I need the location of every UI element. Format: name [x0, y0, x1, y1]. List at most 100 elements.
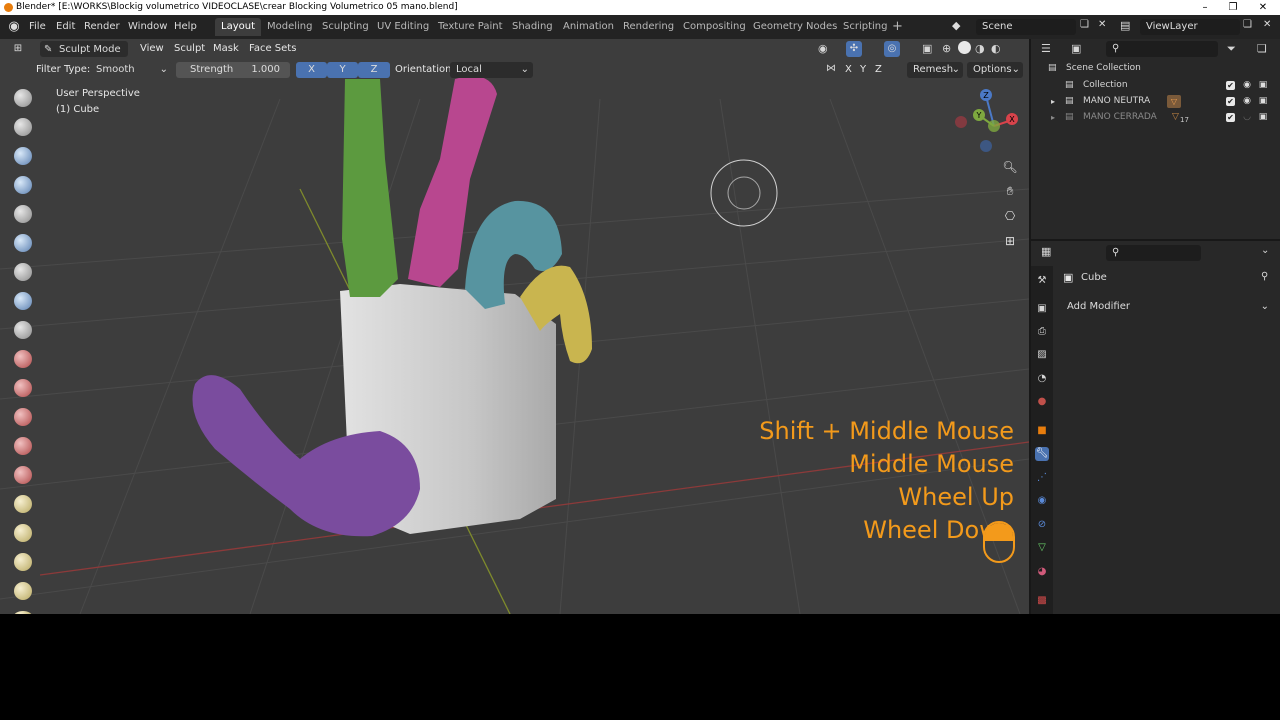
- strength-slider[interactable]: Strength 1.000: [176, 62, 290, 78]
- camera-icon[interactable]: ⎔: [999, 205, 1021, 227]
- tree-row-collection[interactable]: ▤ Collection ✔ ◉ ▣: [1031, 77, 1280, 94]
- remesh-dropdown[interactable]: Remesh ⌄: [907, 62, 963, 78]
- render-camera-icon[interactable]: ▣: [1258, 80, 1268, 90]
- visibility-icon[interactable]: ◉: [818, 42, 828, 55]
- options-dropdown[interactable]: Options ⌄: [967, 62, 1023, 78]
- xray-icon[interactable]: ▣: [922, 42, 932, 55]
- material-shading-icon[interactable]: ◑: [975, 42, 985, 55]
- zoom-icon[interactable]: 🔍︎: [999, 156, 1021, 178]
- grid-view-icon[interactable]: ⊞: [999, 230, 1021, 252]
- menu-sculpt[interactable]: Sculpt: [174, 43, 205, 54]
- multiplane-scrape-brush-icon[interactable]: [14, 466, 32, 484]
- rendered-shading-icon[interactable]: ◐: [991, 42, 1001, 55]
- maximize-button[interactable]: ❐: [1218, 0, 1248, 15]
- smooth-brush-icon[interactable]: [14, 350, 32, 368]
- tab-animation[interactable]: Animation: [557, 18, 620, 36]
- draw-sharp-brush-icon[interactable]: [14, 118, 32, 136]
- delete-scene-icon[interactable]: ✕: [1098, 19, 1106, 30]
- blender-logo-icon[interactable]: ◉: [6, 19, 22, 35]
- symmetry-y-toggle[interactable]: Y: [860, 64, 866, 75]
- scrape-brush-icon[interactable]: [14, 437, 32, 455]
- menu-help[interactable]: Help: [174, 19, 197, 35]
- render-camera-icon[interactable]: ▣: [1258, 96, 1268, 106]
- axis-x-toggle[interactable]: X: [296, 62, 327, 78]
- overlay-toggle-icon[interactable]: ◎: [884, 41, 900, 57]
- delete-view-layer-icon[interactable]: ✕: [1263, 19, 1271, 30]
- blob-brush-icon[interactable]: [14, 292, 32, 310]
- editor-type-icon[interactable]: ⊞: [10, 41, 26, 57]
- tree-row-mano-neutra[interactable]: ▸ ▤ MANO NEUTRA ▽ ✔ ◉ ▣: [1031, 93, 1280, 110]
- menu-view[interactable]: View: [140, 43, 164, 54]
- new-view-layer-icon[interactable]: ❏: [1243, 19, 1252, 30]
- filter-type-dropdown[interactable]: Smooth ⌄: [90, 62, 172, 78]
- grab-brush-icon[interactable]: [14, 524, 32, 542]
- solid-shading-icon[interactable]: [958, 41, 971, 54]
- new-scene-icon[interactable]: ❏: [1080, 19, 1089, 30]
- flatten-brush-icon[interactable]: [14, 379, 32, 397]
- object-tab-icon[interactable]: ■: [1035, 424, 1049, 438]
- menu-mask[interactable]: Mask: [213, 43, 239, 54]
- view-layer-tab-icon[interactable]: ▨: [1035, 348, 1049, 362]
- menu-file[interactable]: File: [29, 19, 46, 35]
- add-modifier-button[interactable]: Add Modifier ⌄: [1061, 299, 1273, 315]
- exclude-checkbox[interactable]: ✔: [1226, 97, 1235, 106]
- properties-search-input[interactable]: ⚲: [1106, 245, 1201, 261]
- scene-tab-icon[interactable]: ◔: [1035, 372, 1049, 386]
- tree-row-scene-collection[interactable]: ▤ Scene Collection: [1031, 60, 1280, 77]
- render-tab-icon[interactable]: ▣: [1035, 302, 1049, 316]
- eye-hidden-icon[interactable]: ◡: [1242, 112, 1252, 122]
- tab-texture-paint[interactable]: Texture Paint: [432, 18, 509, 36]
- close-button[interactable]: ✕: [1248, 0, 1278, 15]
- tab-modeling[interactable]: Modeling: [261, 18, 319, 36]
- menu-render[interactable]: Render: [84, 19, 120, 35]
- eye-icon[interactable]: ◉: [1242, 96, 1252, 106]
- pin-icon[interactable]: ⚲: [1261, 271, 1268, 282]
- tab-scripting[interactable]: Scripting: [837, 18, 893, 36]
- tab-rendering[interactable]: Rendering: [617, 18, 680, 36]
- pan-hand-icon[interactable]: ✋︎: [999, 180, 1021, 202]
- view-layer-selector[interactable]: ViewLayer: [1140, 19, 1240, 35]
- inflate-brush-icon[interactable]: [14, 263, 32, 281]
- menu-edit[interactable]: Edit: [56, 19, 75, 35]
- wireframe-shading-icon[interactable]: ⊕: [942, 42, 951, 55]
- properties-editor-type-icon[interactable]: ▦: [1041, 245, 1051, 258]
- scene-icon[interactable]: ◆: [952, 19, 960, 32]
- outliner-search-input[interactable]: ⚲: [1106, 41, 1218, 57]
- clay-thumb-brush-icon[interactable]: [14, 205, 32, 223]
- constraints-tab-icon[interactable]: ⊘: [1035, 518, 1049, 532]
- clay-strips-brush-icon[interactable]: [14, 176, 32, 194]
- axis-y-toggle[interactable]: Y: [327, 62, 358, 78]
- mode-selector[interactable]: Sculpt Mode ✎: [40, 41, 128, 57]
- material-tab-icon[interactable]: ◕: [1035, 565, 1049, 579]
- new-collection-icon[interactable]: ❏: [1257, 42, 1267, 55]
- chevron-down-icon[interactable]: ⌄: [1261, 245, 1269, 256]
- menu-window[interactable]: Window: [128, 19, 167, 35]
- data-tab-icon[interactable]: ▽: [1035, 541, 1049, 555]
- 3d-viewport[interactable]: ⊞ Sculpt Mode ✎ View Sculpt Mask Face Se…: [0, 39, 1029, 614]
- exclude-checkbox[interactable]: ✔: [1226, 113, 1235, 122]
- add-workspace-button[interactable]: +: [886, 18, 909, 36]
- navigation-gizmo[interactable]: Z X Y: [950, 84, 1029, 164]
- particles-tab-icon[interactable]: ⋰: [1035, 471, 1049, 485]
- output-tab-icon[interactable]: ⎙: [1035, 325, 1049, 339]
- minimize-button[interactable]: –: [1190, 0, 1220, 15]
- render-camera-icon[interactable]: ▣: [1258, 112, 1268, 122]
- eye-icon[interactable]: ◉: [1242, 80, 1252, 90]
- axis-z-toggle[interactable]: Z: [358, 62, 390, 78]
- menu-face-sets[interactable]: Face Sets: [249, 43, 296, 54]
- tab-shading[interactable]: Shading: [506, 18, 559, 36]
- layer-brush-icon[interactable]: [14, 234, 32, 252]
- symmetry-x-toggle[interactable]: X: [845, 64, 852, 75]
- world-tab-icon[interactable]: ●: [1035, 395, 1049, 409]
- tree-row-mano-cerrada[interactable]: ▸ ▤ MANO CERRADA ▽ 17 ✔ ◡ ▣: [1031, 109, 1280, 126]
- fill-brush-icon[interactable]: [14, 408, 32, 426]
- elastic-deform-brush-icon[interactable]: [14, 553, 32, 571]
- tab-uv-editing[interactable]: UV Editing: [371, 18, 435, 36]
- clay-brush-icon[interactable]: [14, 147, 32, 165]
- physics-tab-icon[interactable]: ◉: [1035, 494, 1049, 508]
- expand-arrow-icon[interactable]: ▸: [1051, 93, 1055, 110]
- view-layer-icon[interactable]: ▤: [1120, 19, 1130, 32]
- exclude-checkbox[interactable]: ✔: [1226, 81, 1235, 90]
- scene-selector[interactable]: Scene: [976, 19, 1076, 35]
- texture-tab-icon[interactable]: ▩: [1035, 594, 1049, 608]
